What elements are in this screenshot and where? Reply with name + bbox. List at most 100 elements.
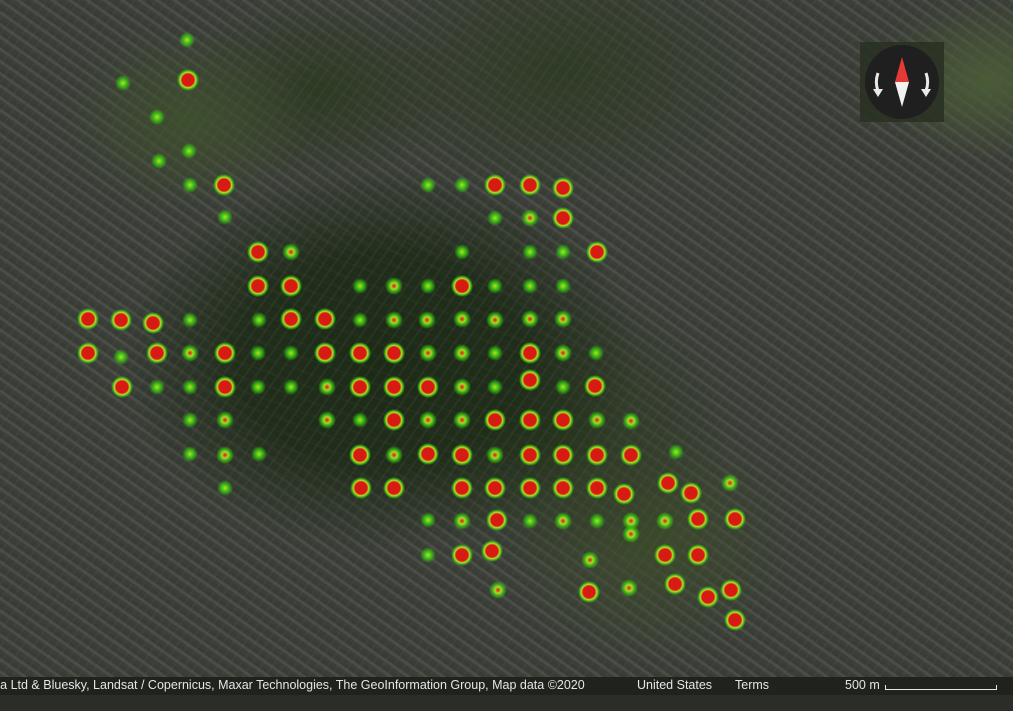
heatmap-point (724, 609, 746, 631)
heatmap-point (453, 512, 471, 530)
heatmap-point (578, 581, 600, 603)
heatmap-point (349, 444, 371, 466)
heatmap-point (552, 207, 574, 229)
heatmap-point (487, 379, 503, 395)
heatmap-point (182, 177, 198, 193)
heatmap-point (622, 412, 640, 430)
heatmap-point (314, 308, 336, 330)
heatmap-point (584, 375, 606, 397)
heatmap-point (654, 544, 676, 566)
heatmap-point (453, 310, 471, 328)
scale-bar (885, 685, 997, 690)
heatmap-point (522, 513, 538, 529)
terms-link[interactable]: Terms (735, 678, 769, 692)
heatmap-point (454, 244, 470, 260)
heatmap-point (522, 244, 538, 260)
heatmap-point (182, 446, 198, 462)
heatmap-point (451, 275, 473, 297)
heatmap-point (486, 446, 504, 464)
heatmap-point (417, 376, 439, 398)
scale-label: 500 m (845, 678, 880, 692)
heatmap-point (280, 275, 302, 297)
heatmap-point (383, 376, 405, 398)
heatmap-point (519, 444, 541, 466)
heatmap-point (486, 311, 504, 329)
heatmap-point (519, 342, 541, 364)
heatmap-point (251, 446, 267, 462)
heatmap-point (486, 509, 508, 531)
heatmap-point (182, 379, 198, 395)
heatmap-point (519, 409, 541, 431)
heatmap-point (552, 409, 574, 431)
heatmap-point (182, 312, 198, 328)
heatmap-point (620, 579, 638, 597)
heatmap-point (622, 525, 640, 543)
heatmap-point (487, 278, 503, 294)
heatmap-point (720, 579, 742, 601)
heatmap-point (453, 344, 471, 362)
rotate-left-button[interactable] (869, 67, 885, 97)
heatmap-point (555, 379, 571, 395)
heatmap-point (586, 241, 608, 263)
heatmap-point (555, 244, 571, 260)
heatmap-point (481, 540, 503, 562)
map-footer: ra Ltd & Bluesky, Landsat / Copernicus, … (0, 677, 1013, 695)
heatmap-point (588, 411, 606, 429)
heatmap-point (721, 474, 739, 492)
heatmap-point (250, 379, 266, 395)
heatmap-point (385, 277, 403, 295)
heatmap-point (251, 312, 267, 328)
heatmap-point (489, 581, 507, 599)
heatmap-point (111, 376, 133, 398)
heatmap-point (352, 278, 368, 294)
heatmap-point (552, 477, 574, 499)
heatmap-point (151, 153, 167, 169)
heatmap-point (214, 376, 236, 398)
heatmap-point (283, 345, 299, 361)
heatmap-point (724, 508, 746, 530)
heatmap-point (110, 309, 132, 331)
heatmap-point (522, 278, 538, 294)
heatmap-point (318, 411, 336, 429)
heatmap-point (420, 177, 436, 193)
heatmap-point (657, 472, 679, 494)
map-edge-strip (0, 695, 1013, 711)
heatmap-point (519, 174, 541, 196)
compass-control (860, 42, 944, 122)
heatmap-point (420, 512, 436, 528)
heatmap-point (213, 174, 235, 196)
heatmap-point (149, 109, 165, 125)
heatmap-point (146, 342, 168, 364)
heatmap-point (664, 573, 686, 595)
heatmap-point (179, 32, 195, 48)
heatmap-point (555, 278, 571, 294)
heatmap-point (613, 483, 635, 505)
heatmap-point (697, 586, 719, 608)
heatmap-point (586, 444, 608, 466)
heatmap-point (519, 369, 541, 391)
heatmap-point (247, 241, 269, 263)
heatmap-point (451, 444, 473, 466)
heatmap-point (280, 308, 302, 330)
compass-icon[interactable] (865, 45, 939, 119)
heatmap-point (352, 412, 368, 428)
heatmap-point (417, 443, 439, 465)
heatmap-point (349, 342, 371, 364)
heatmap-point (383, 409, 405, 431)
heatmap-point (420, 547, 436, 563)
heatmap-point (217, 209, 233, 225)
heatmap-point (383, 342, 405, 364)
heatmap-point (216, 411, 234, 429)
heatmap-point (454, 177, 470, 193)
satellite-map[interactable] (0, 0, 1013, 677)
heatmap-point (581, 551, 599, 569)
heatmap-point (318, 378, 336, 396)
heatmap-point (588, 345, 604, 361)
rotate-right-button[interactable] (919, 67, 935, 97)
heatmap-point (453, 411, 471, 429)
region-label: United States (637, 678, 713, 692)
heatmap-point (385, 446, 403, 464)
heatmap-point (214, 342, 236, 364)
heatmap-point (589, 513, 605, 529)
heatmap-point (115, 75, 131, 91)
